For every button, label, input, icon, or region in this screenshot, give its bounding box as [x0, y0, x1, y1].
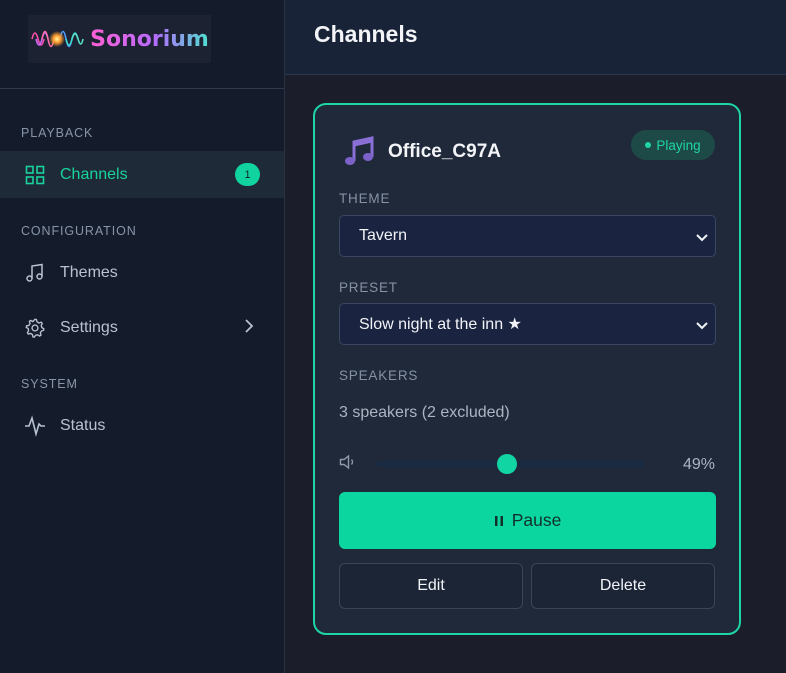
section-label-system: SYSTEM [21, 377, 78, 391]
status-badge: Playing [631, 130, 715, 160]
chevron-down-icon [695, 230, 709, 248]
edit-button-label: Edit [417, 577, 445, 594]
speakers-summary: 3 speakers (2 excluded) [339, 404, 510, 421]
edit-button[interactable]: Edit [339, 563, 523, 609]
theme-select-value: Tavern [359, 227, 408, 244]
preset-select[interactable]: Slow night at the inn ★ [339, 303, 716, 345]
volume-icon[interactable] [339, 454, 357, 475]
gear-icon [24, 317, 46, 339]
sidebar-item-themes[interactable]: Themes [0, 249, 284, 296]
sidebar-item-label: Themes [60, 263, 118, 281]
app-logo-text: Sonorium [90, 26, 209, 52]
pause-button-label: Pause [511, 510, 562, 530]
app-logo[interactable]: Sonorium [28, 15, 211, 63]
soundwave-logo-icon [31, 30, 84, 48]
music-note-icon [24, 262, 46, 284]
pause-icon [494, 515, 503, 526]
top-header: Channels [285, 0, 786, 75]
speakers-label: SPEAKERS [339, 368, 419, 383]
preset-label: PRESET [339, 280, 398, 295]
chevron-right-icon [244, 318, 254, 339]
brand-area: Sonorium [0, 0, 284, 89]
section-label-configuration: CONFIGURATION [21, 224, 137, 238]
sidebar-item-label: Channels [60, 165, 128, 183]
sidebar-item-settings[interactable]: Settings [0, 304, 284, 351]
volume-slider-thumb[interactable] [497, 454, 518, 474]
channels-count-badge: 1 [235, 163, 260, 186]
chevron-down-icon [695, 318, 709, 336]
activity-icon [24, 414, 46, 437]
sidebar: Sonorium PLAYBACK Channels 1 CONFIGURATI… [0, 0, 285, 673]
volume-slider-fill [376, 461, 508, 467]
musical-notes-icon [343, 135, 377, 174]
delete-button[interactable]: Delete [531, 563, 715, 609]
sidebar-item-channels[interactable]: Channels 1 [0, 151, 284, 198]
section-label-playback: PLAYBACK [21, 126, 94, 140]
volume-slider[interactable] [376, 454, 644, 474]
pause-button[interactable]: Pause [339, 492, 716, 549]
channel-card: Office_C97A Playing THEME Tavern PRESET … [313, 103, 741, 635]
theme-select[interactable]: Tavern [339, 215, 716, 257]
status-text: Playing [656, 137, 701, 153]
status-dot-icon [645, 142, 652, 148]
theme-label: THEME [339, 191, 391, 206]
grid-icon [24, 164, 46, 186]
sidebar-item-label: Status [60, 416, 106, 434]
page-title: Channels [314, 21, 418, 47]
channel-name: Office_C97A [388, 141, 501, 162]
preset-select-value: Slow night at the inn ★ [359, 316, 522, 333]
sidebar-item-label: Settings [60, 318, 118, 336]
volume-value: 49% [682, 456, 715, 473]
delete-button-label: Delete [599, 577, 647, 594]
sidebar-item-status[interactable]: Status [0, 402, 284, 449]
